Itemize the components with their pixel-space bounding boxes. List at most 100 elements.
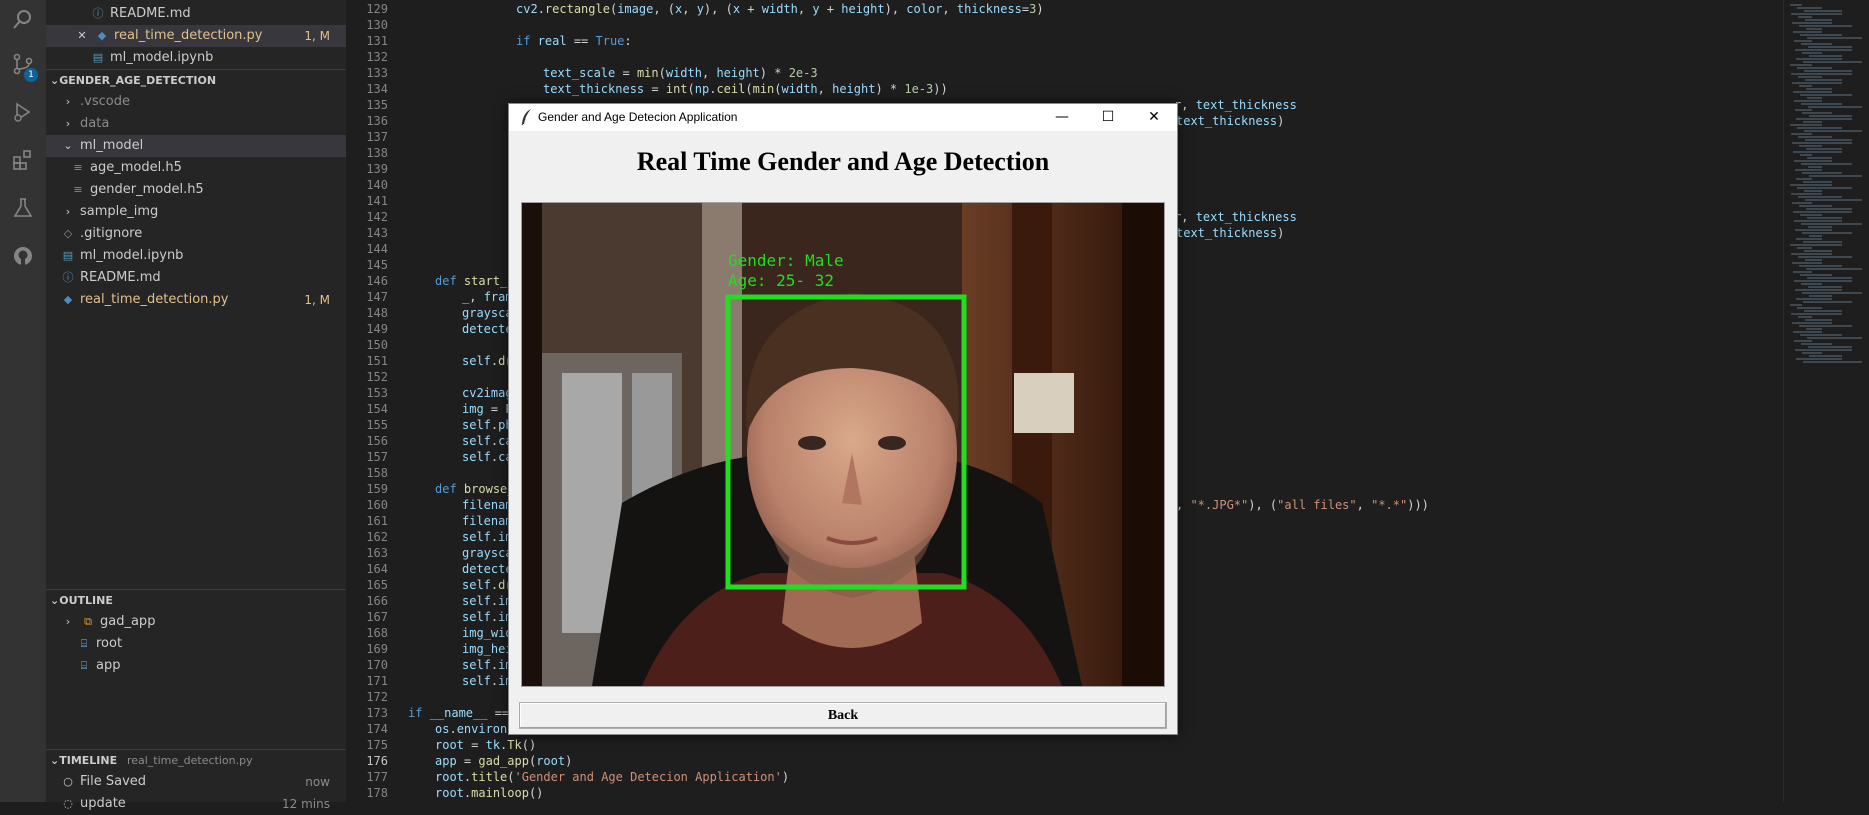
- code-line[interactable]: self.im: [462, 674, 513, 688]
- file-icon: ≡: [73, 183, 83, 196]
- minimap-line: [1804, 70, 1852, 72]
- code-line[interactable]: if __name__ ==: [408, 706, 509, 720]
- code-line-fragment[interactable]: text_thickness): [1176, 114, 1284, 128]
- minimap-line: [1800, 214, 1822, 216]
- tree-file-gender-model[interactable]: ≡ gender_model.h5: [46, 179, 346, 201]
- code-line[interactable]: img = P: [462, 402, 513, 416]
- line-number: 142: [366, 210, 388, 224]
- code-line-fragment[interactable]: text_thickness): [1176, 226, 1284, 240]
- line-number: 165: [366, 578, 388, 592]
- code-line[interactable]: self.dr: [462, 354, 513, 368]
- outline-item-root[interactable]: ⌸ root: [46, 633, 346, 655]
- minimize-button[interactable]: —: [1039, 104, 1085, 131]
- code-line[interactable]: self.im: [462, 610, 513, 624]
- line-number: 152: [366, 370, 388, 384]
- code-line[interactable]: def start_c: [435, 274, 515, 288]
- code-line[interactable]: if real == True:: [516, 34, 632, 48]
- code-line[interactable]: img_hei: [462, 642, 513, 656]
- tree-folder-data[interactable]: › data: [46, 113, 346, 135]
- window-titlebar[interactable]: Gender and Age Detecion Application — ☐ …: [509, 104, 1177, 131]
- code-line[interactable]: filenam: [462, 514, 513, 528]
- notebook-icon: ▤: [62, 249, 74, 262]
- code-line[interactable]: detecte: [462, 322, 513, 336]
- code-line[interactable]: self.ca: [462, 434, 513, 448]
- minimap-line: [1799, 145, 1822, 147]
- code-line[interactable]: os.environ[: [435, 722, 515, 736]
- code-line[interactable]: def browse_: [435, 482, 515, 496]
- minimap-line: [1797, 7, 1822, 9]
- outline-item-app[interactable]: ⌸ app: [46, 655, 346, 677]
- line-number: 145: [366, 258, 388, 272]
- tree-folder-ml-model[interactable]: ⌄ ml_model: [46, 135, 346, 157]
- minimap-line: [1802, 172, 1842, 174]
- open-editor-ml-model[interactable]: ▤ ml_model.ipynb: [46, 47, 346, 69]
- minimap-line: [1798, 76, 1822, 78]
- circle-icon: ○: [63, 775, 73, 788]
- code-line[interactable]: filenam: [462, 498, 513, 512]
- close-icon[interactable]: ✕: [74, 25, 90, 47]
- code-line[interactable]: root = tk.Tk(): [435, 738, 536, 752]
- code-line[interactable]: app = gad_app(root): [435, 754, 572, 768]
- code-line[interactable]: cv2imag: [462, 386, 513, 400]
- minimap-line: [1807, 217, 1842, 219]
- code-line[interactable]: self.ca: [462, 450, 513, 464]
- code-line[interactable]: graysca: [462, 546, 513, 560]
- code-line[interactable]: detecte: [462, 562, 513, 576]
- code-line-fragment[interactable]: , "*.JPG*"), ("all files", "*.*"))): [1176, 498, 1429, 512]
- run-debug-icon[interactable]: [9, 100, 37, 128]
- minimap-line: [1803, 301, 1852, 303]
- flask-icon[interactable]: [9, 196, 37, 224]
- line-number: 140: [366, 178, 388, 192]
- tree-file-real-time-detection[interactable]: ◆ real_time_detection.py 1, M: [46, 289, 346, 311]
- minimap-line: [1793, 271, 1812, 273]
- tree-file-gitignore[interactable]: ◇ .gitignore: [46, 223, 346, 245]
- tree-folder-sample-img[interactable]: › sample_img: [46, 201, 346, 223]
- tree-folder-vscode[interactable]: › .vscode: [46, 91, 346, 113]
- code-line[interactable]: text_thickness = int(np.ceil(min(width, …: [543, 82, 948, 96]
- minimap-line: [1797, 307, 1822, 309]
- minimap-line: [1800, 34, 1842, 36]
- extensions-icon[interactable]: [9, 148, 37, 176]
- github-icon[interactable]: [9, 244, 37, 272]
- code-line[interactable]: cv2.rectangle(image, (x, y), (x + width,…: [516, 2, 1044, 16]
- tree-file-ml-model-ipynb[interactable]: ▤ ml_model.ipynb: [46, 245, 346, 267]
- project-header[interactable]: ⌄GENDER_AGE_DETECTION: [46, 69, 346, 92]
- open-editor-readme[interactable]: ⓘ README.md: [46, 3, 346, 25]
- minimap-line: [1803, 61, 1862, 63]
- line-number: 153: [366, 386, 388, 400]
- code-line[interactable]: self.dr: [462, 578, 513, 592]
- minimap[interactable]: [1783, 0, 1869, 802]
- tree-file-readme[interactable]: ⓘ README.md: [46, 267, 346, 289]
- code-line[interactable]: text_scale = min(width, height) * 2e-3: [543, 66, 818, 80]
- maximize-button[interactable]: ☐: [1085, 104, 1131, 131]
- timeline-item[interactable]: ○ File Saved now: [46, 771, 346, 793]
- timeline-header[interactable]: ⌄TIMELINE real_time_detection.py: [46, 749, 346, 772]
- search-icon[interactable]: [9, 8, 37, 36]
- code-line[interactable]: self.im: [462, 658, 513, 672]
- outline-header[interactable]: ⌄OUTLINE: [46, 589, 346, 612]
- minimap-line: [1808, 166, 1822, 168]
- app-heading: Real Time Gender and Age Detection: [636, 147, 1050, 176]
- outline-item-gad-app[interactable]: › ⧉ gad_app: [46, 611, 346, 633]
- minimap-line: [1806, 328, 1822, 330]
- code-line-fragment[interactable]: r, text_thickness: [1174, 98, 1297, 112]
- open-editor-real-time-detection[interactable]: ✕ ◆ real_time_detection.py 1, M: [46, 25, 346, 47]
- close-button[interactable]: ✕: [1131, 104, 1177, 131]
- code-line[interactable]: root.mainloop(): [435, 786, 543, 800]
- code-line[interactable]: _, fram: [462, 290, 513, 304]
- minimap-line: [1794, 100, 1822, 102]
- timeline-item[interactable]: ◌ update 12 mins: [46, 793, 346, 815]
- line-number: 168: [366, 626, 388, 640]
- code-line[interactable]: self.ph: [462, 418, 513, 432]
- line-number: 139: [366, 162, 388, 176]
- code-line[interactable]: img_wid: [462, 626, 513, 640]
- code-line[interactable]: self.im: [462, 530, 513, 544]
- minimap-line: [1800, 154, 1812, 156]
- app-window: Gender and Age Detecion Application — ☐ …: [508, 103, 1178, 735]
- code-line[interactable]: root.title('Gender and Age Detecion Appl…: [435, 770, 789, 784]
- code-line[interactable]: graysca: [462, 306, 513, 320]
- tree-file-age-model[interactable]: ≡ age_model.h5: [46, 157, 346, 179]
- back-button[interactable]: Back: [519, 702, 1167, 729]
- code-line[interactable]: self.im: [462, 594, 513, 608]
- code-line-fragment[interactable]: r, text_thickness: [1174, 210, 1297, 224]
